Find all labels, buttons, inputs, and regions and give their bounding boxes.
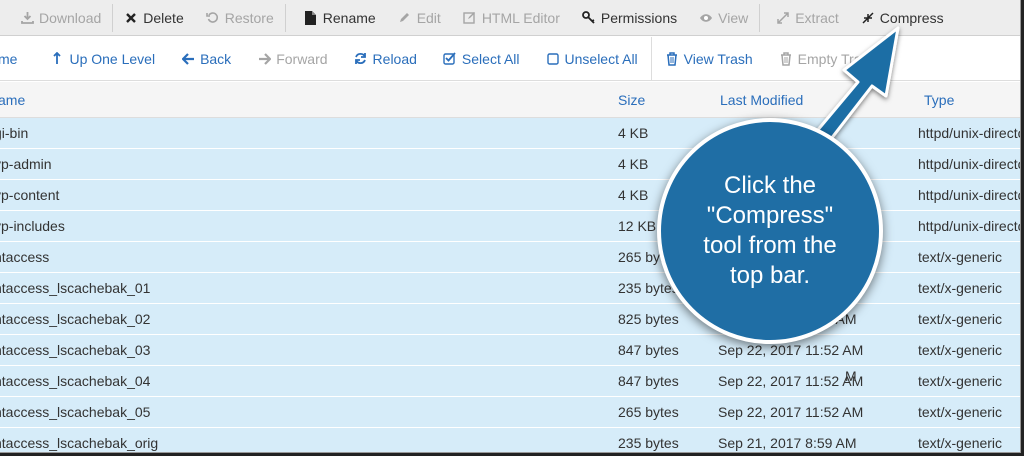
home-button[interactable]: me <box>0 37 37 81</box>
file-type: httpd/unix-directory <box>918 156 1020 172</box>
file-icon <box>304 10 318 25</box>
table-row[interactable]: gi-bin 4 KB httpd/unix-directory <box>0 118 1020 149</box>
table-row[interactable]: ntaccess_lscachebak_orig 235 bytes Sep 21,… <box>0 428 1020 452</box>
file-size: 235 bytes <box>618 435 679 451</box>
refresh-icon <box>354 52 368 66</box>
empty-trash-button[interactable]: Empty Trash <box>766 37 890 81</box>
file-last-modified: Sep 21, 2017 8:59 AM <box>718 435 857 451</box>
select-all-button[interactable]: Select All <box>430 37 533 81</box>
file-type: text/x-generic <box>918 404 1003 420</box>
file-type: httpd/unix-directory <box>918 125 1020 141</box>
delete-button[interactable]: Delete <box>113 0 194 36</box>
column-header-last-modified[interactable]: Last Modified <box>720 82 803 118</box>
compress-icon <box>861 11 875 25</box>
table-row[interactable]: ntaccess_lscachebak_02825 bytesSep 22, 2… <box>0 304 1020 335</box>
file-manager-window: Download Delete Restore Rename Edit HTML… <box>0 0 1021 453</box>
file-name: ntaccess_lscachebak_02 <box>0 311 151 327</box>
left-arrow-icon <box>181 52 195 66</box>
file-name: ntaccess_lscachebak_01 <box>0 280 151 296</box>
file-last-modified: Sep 22, 2017 11:52 AM <box>718 404 864 420</box>
top-toolbar: Download Delete Restore Rename Edit HTML… <box>0 0 1020 36</box>
file-name: ntaccess <box>0 249 50 265</box>
file-size: 847 bytes <box>618 373 679 389</box>
file-name: ntaccess_lscachebak_03 <box>0 342 151 358</box>
key-icon <box>581 11 596 25</box>
column-header-name[interactable]: ame <box>0 82 25 118</box>
navigation-toolbar: me Up One Level Back Forward Reload <box>0 36 1020 81</box>
edit-square-icon <box>463 11 477 25</box>
html-editor-button[interactable]: HTML Editor <box>452 0 571 36</box>
file-type: text/x-generic <box>918 373 1003 389</box>
file-type: text/x-generic <box>918 311 1003 327</box>
trash-icon <box>779 51 793 66</box>
callout-text: Click the "Compress" tool from the top b… <box>703 172 837 289</box>
rename-button[interactable]: Rename <box>286 0 387 36</box>
checkbox-empty-icon <box>546 52 560 66</box>
file-size: 265 bytes <box>618 404 679 420</box>
table-row[interactable]: ntaccess_lscachebak_03 847 bytes Sep 22, 2… <box>0 335 1020 366</box>
extract-button[interactable]: Extract <box>760 0 850 36</box>
close-icon <box>124 11 138 25</box>
permissions-button[interactable]: Permissions <box>571 0 688 36</box>
file-name: vp-content <box>0 187 60 203</box>
edit-button[interactable]: Edit <box>387 0 452 36</box>
file-name: ntaccess_lscachebak_orig <box>0 435 159 451</box>
file-type: text/x-generic <box>918 342 1003 358</box>
file-type: httpd/unix-directory <box>918 187 1020 203</box>
file-name: vp-admin <box>0 156 52 172</box>
pencil-icon <box>398 11 412 25</box>
instruction-callout: Click the "Compress" tool from the top b… <box>657 118 883 344</box>
view-trash-button[interactable]: View Trash <box>652 37 766 81</box>
up-one-level-button[interactable]: Up One Level <box>37 37 168 81</box>
download-icon <box>20 11 34 25</box>
checkbox-checked-icon <box>443 52 457 66</box>
forward-button[interactable]: Forward <box>244 37 340 81</box>
column-header-type[interactable]: Type <box>924 82 954 118</box>
file-size: 4 KB <box>618 125 649 141</box>
table-row[interactable]: ntaccess_lscachebak_04 847 bytes Sep 22, 2… <box>0 366 1020 397</box>
file-last-modified: Sep 22, 2017 11:52 AM <box>718 373 864 389</box>
back-button[interactable]: Back <box>168 37 244 81</box>
file-name: ntaccess_lscachebak_05 <box>0 404 151 420</box>
trash-icon <box>665 51 679 66</box>
compress-button[interactable]: Compress <box>850 0 955 36</box>
unselect-all-button[interactable]: Unselect All <box>533 37 651 81</box>
right-arrow-icon <box>257 52 271 66</box>
file-type: text/x-generic <box>918 280 1003 296</box>
table-header: ame Size Last Modified Type <box>0 82 1020 118</box>
file-type: text/x-generic <box>918 435 1003 451</box>
restore-button[interactable]: Restore <box>195 0 285 36</box>
download-button[interactable]: Download <box>0 0 112 36</box>
eye-icon <box>699 11 713 25</box>
up-arrow-icon <box>50 52 64 66</box>
file-name: gi-bin <box>0 125 29 141</box>
file-name: ntaccess_lscachebak_04 <box>0 373 151 389</box>
partial-modified-text: M <box>845 368 857 384</box>
file-name: vp-includes <box>0 218 65 234</box>
file-size: 847 bytes <box>618 342 679 358</box>
restore-icon <box>206 11 220 25</box>
view-button[interactable]: View <box>688 0 759 36</box>
column-header-size[interactable]: Size <box>618 82 645 118</box>
table-row[interactable]: ntaccess_lscachebak_05 265 bytes Sep 22, 2… <box>0 397 1020 428</box>
reload-button[interactable]: Reload <box>341 37 430 81</box>
expand-icon <box>776 11 790 25</box>
file-type: text/x-generic <box>918 249 1003 265</box>
file-type: httpd/unix-directory <box>918 218 1020 234</box>
